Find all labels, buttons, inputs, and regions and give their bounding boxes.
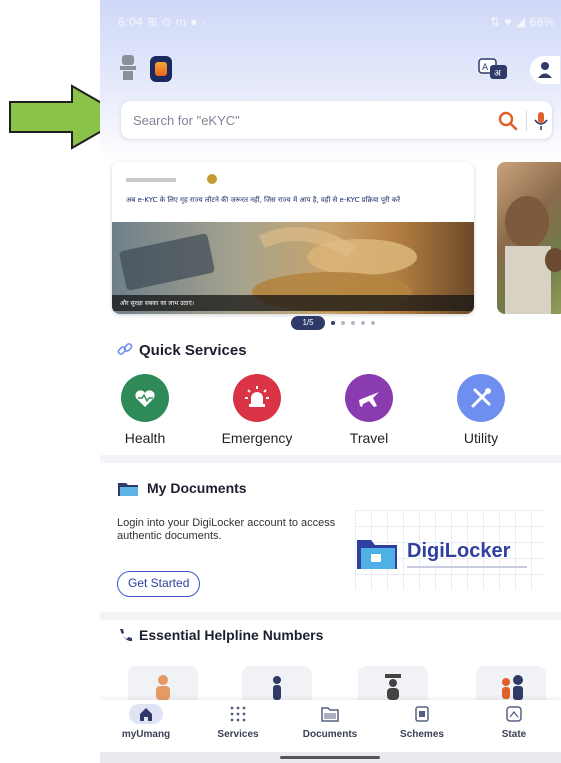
pager-dot[interactable]	[361, 321, 365, 325]
map-icon[interactable]	[497, 704, 531, 724]
quick-service-travel[interactable]: Travel	[324, 374, 414, 446]
search-divider	[526, 111, 527, 131]
pager-dot[interactable]	[351, 321, 355, 325]
section-divider	[100, 612, 561, 620]
quick-service-health[interactable]: Health	[100, 374, 190, 446]
promo-banner[interactable]: अब e-KYC के लिए गृह राज्य लौटने की जरूरत…	[112, 162, 474, 314]
quick-service-emergency[interactable]: Emergency	[212, 374, 302, 446]
svg-text:A: A	[482, 63, 489, 73]
nav-documents[interactable]: Documents	[284, 700, 376, 752]
banner-caption: और सुरक्षा सबका का लाभ उठाएं।	[112, 295, 474, 311]
schemes-icon[interactable]	[405, 704, 439, 724]
quick-service-label: Utility	[463, 430, 499, 446]
my-documents-title: My Documents	[147, 480, 247, 496]
nav-label: State	[501, 729, 527, 740]
pager-dot[interactable]	[331, 321, 335, 325]
section-divider	[100, 455, 561, 463]
bottom-navigation: myUmang Services Documents Schemes State	[100, 700, 561, 752]
helpline-title: Essential Helpline Numbers	[139, 627, 324, 643]
alarm-icon[interactable]	[233, 374, 281, 422]
promo-banner-next[interactable]	[497, 162, 561, 314]
link-icon	[117, 343, 133, 355]
heart-icon[interactable]	[121, 374, 169, 422]
national-emblem-icon	[120, 55, 136, 80]
search-icon[interactable]	[497, 110, 519, 132]
quick-service-label: Emergency	[221, 430, 293, 446]
tools-icon[interactable]	[457, 374, 505, 422]
nav-myumang[interactable]: myUmang	[100, 700, 192, 752]
nav-schemes[interactable]: Schemes	[376, 700, 468, 752]
quick-service-label: Health	[124, 430, 166, 446]
pager-dot[interactable]	[341, 321, 345, 325]
banner-emblem-icon	[207, 174, 217, 184]
phone-screen: 6:04 ⊞ ⊙ m ● · ⇅ ♥ ◢ 66% A अ Search for …	[100, 0, 561, 763]
home-indicator[interactable]	[280, 756, 380, 759]
digilocker-tagline	[407, 566, 527, 568]
banner-ministry-logo	[126, 178, 176, 182]
quick-service-label: Travel	[349, 430, 389, 446]
gesture-bar	[100, 752, 561, 763]
status-right: ⇅ ♥ ◢ 66%	[490, 15, 555, 29]
nav-label: myUmang	[121, 729, 171, 740]
nav-state[interactable]: State	[468, 700, 560, 752]
quick-services-heading: Quick Services	[117, 341, 247, 359]
home-icon[interactable]	[129, 704, 163, 724]
digilocker-description: Login into your DigiLocker account to ac…	[117, 517, 336, 542]
documents-icon[interactable]	[313, 704, 347, 724]
farmer-photo	[505, 196, 561, 314]
user-icon	[538, 62, 552, 78]
translate-icon[interactable]: A अ	[478, 58, 508, 80]
banner-text: अब e-KYC के लिए गृह राज्य लौटने की जरूरत…	[126, 196, 401, 204]
airplane-icon[interactable]	[345, 374, 393, 422]
umang-logo[interactable]	[150, 56, 172, 82]
quick-service-utility[interactable]: Utility	[436, 374, 526, 446]
digilocker-folder-icon	[357, 540, 397, 569]
status-notification-icons: ⊞ ⊙ m ● ·	[147, 15, 207, 29]
umang-logo-mark	[155, 62, 167, 76]
status-time: 6:04 ⊞ ⊙ m ● ·	[118, 15, 206, 29]
nav-services[interactable]: Services	[192, 700, 284, 752]
profile-icon[interactable]	[530, 56, 560, 84]
digilocker-logo[interactable]: DigiLocker	[355, 510, 545, 590]
helpline-heading: Essential Helpline Numbers	[117, 627, 323, 643]
pager-dot[interactable]	[371, 321, 375, 325]
my-documents-heading: My Documents	[117, 479, 247, 497]
nav-label: Documents	[302, 729, 358, 740]
folder-icon	[118, 483, 138, 496]
status-bar: 6:04 ⊞ ⊙ m ● · ⇅ ♥ ◢ 66%	[100, 0, 561, 40]
quick-services-title: Quick Services	[139, 342, 247, 359]
status-time-text: 6:04	[118, 15, 144, 29]
svg-text:अ: अ	[494, 69, 502, 79]
grid-icon[interactable]	[221, 704, 255, 724]
digilocker-wordmark: DigiLocker	[407, 540, 511, 562]
get-started-button[interactable]: Get Started	[117, 571, 201, 597]
nav-label: Schemes	[400, 729, 444, 740]
search-bar[interactable]: Search for "eKYC"	[120, 100, 553, 140]
nav-label: Services	[217, 729, 259, 740]
banner-header: अब e-KYC के लिए गृह राज्य लौटने की जरूरत…	[112, 162, 474, 228]
pager-counter: 1/5	[291, 316, 325, 330]
search-input[interactable]: Search for "eKYC"	[133, 113, 240, 128]
phone-icon	[120, 629, 132, 642]
microphone-icon[interactable]	[531, 109, 551, 133]
